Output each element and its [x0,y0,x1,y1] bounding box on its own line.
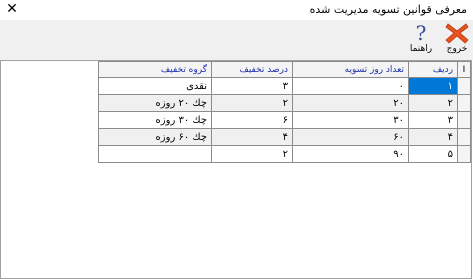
exit-label: خروج [446,44,468,54]
cell-days[interactable]: ۲۰ [292,94,409,112]
table-row[interactable]: چك ۳۰ روزه ۶ ۳۰ ۳ [98,111,471,129]
col-discount-percent[interactable]: درصد تخفیف [211,61,293,78]
cell-discount-group[interactable]: چك ۶۰ روزه [98,128,212,146]
window-title: معرفی قوانین تسویه مدیریت شده [309,3,467,16]
cell-days[interactable]: ۰ [292,77,409,95]
row-indicator-header: I [457,61,471,78]
row-indicator[interactable] [457,77,471,95]
close-button[interactable]: ✕ [4,1,20,18]
cell-discount-percent[interactable]: ۳ [211,77,293,95]
table-row[interactable]: چك ۲۰ روزه ۲ ۲۰ ۲ [98,94,471,112]
cell-days[interactable]: ۹۰ [292,145,409,163]
row-indicator[interactable] [457,128,471,146]
cell-days[interactable]: ۶۰ [292,128,409,146]
cell-discount-percent[interactable]: ۲ [211,145,293,163]
row-indicator[interactable] [457,111,471,129]
cell-discount-group[interactable]: چك ۳۰ روزه [98,111,212,129]
grid-panel: گروه تخفیف درصد تخفیف تعداد روز تسویه رد… [0,60,472,279]
col-row[interactable]: ردیف [408,61,458,78]
table-row[interactable]: نقدی ۳ ۰ ۱ [98,77,471,95]
help-button[interactable]: ? راهنما [405,22,437,58]
cell-discount-group[interactable]: نقدی [98,77,212,95]
row-indicator[interactable] [457,145,471,163]
cell-days[interactable]: ۳۰ [292,111,409,129]
col-days[interactable]: تعداد روز تسویه [292,61,409,78]
cell-discount-percent[interactable]: ۲ [211,94,293,112]
cell-discount-group[interactable]: چك ۲۰ روزه [98,94,212,112]
row-indicator[interactable] [457,94,471,112]
exit-icon [445,23,469,44]
cell-discount-percent[interactable]: ۶ [211,111,293,129]
toolbar: خروج ? راهنما [0,20,473,60]
title-bar: معرفی قوانین تسویه مدیریت شده ✕ [0,0,473,20]
cell-row-selected[interactable]: ۱ [408,77,458,95]
cell-discount-group[interactable] [98,145,212,163]
cell-discount-percent[interactable]: ۴ [211,128,293,146]
exit-button[interactable]: خروج [443,22,471,58]
cell-row[interactable]: ۵ [408,145,458,163]
cell-row[interactable]: ۴ [408,128,458,146]
col-discount-group[interactable]: گروه تخفیف [98,61,212,78]
rules-grid: گروه تخفیف درصد تخفیف تعداد روز تسویه رد… [98,61,471,163]
table-row[interactable]: ۲ ۹۰ ۵ [98,145,471,163]
help-icon: ? [415,21,427,45]
cell-row[interactable]: ۲ [408,94,458,112]
grid-header-row: گروه تخفیف درصد تخفیف تعداد روز تسویه رد… [98,61,471,78]
cell-row[interactable]: ۳ [408,111,458,129]
help-label: راهنما [409,44,433,54]
table-row[interactable]: چك ۶۰ روزه ۴ ۶۰ ۴ [98,128,471,146]
